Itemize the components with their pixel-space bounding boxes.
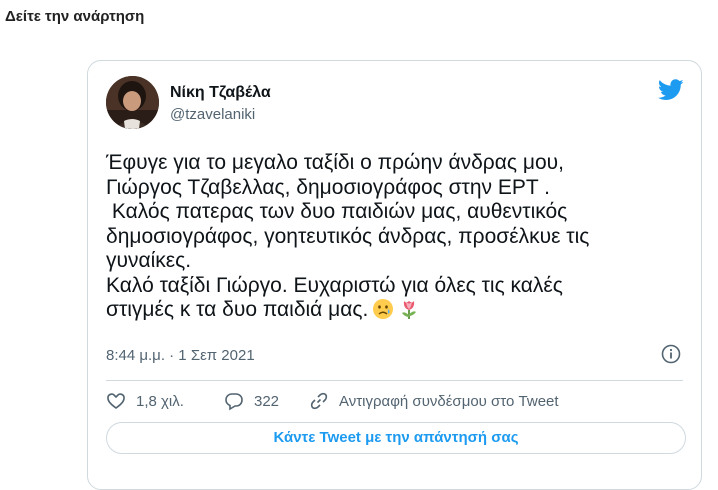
tweet-text-line: Καλός πατερας των δυο παιδιών μας, αυθεν… xyxy=(106,200,568,223)
like-button[interactable]: 1,8 χιλ. xyxy=(106,391,184,411)
like-count: 1,8 χιλ. xyxy=(136,392,184,410)
tweet-text-line: Έφυγε για το μεγαλο ταξίδι ο πρώην άνδρα… xyxy=(106,151,564,174)
info-icon[interactable] xyxy=(661,344,681,364)
divider xyxy=(106,380,683,381)
copy-link-button[interactable]: Αντιγραφή συνδέσμου στο Tweet xyxy=(309,391,559,411)
copy-link-label: Αντιγραφή συνδέσμου στο Tweet xyxy=(339,392,559,410)
author-name[interactable]: Νίκη Τζαβέλα xyxy=(170,84,271,102)
page-heading: Δείτε την ανάρτηση xyxy=(5,8,145,25)
reply-tweet-button[interactable]: Κάντε Tweet με την απάντησή σας xyxy=(106,422,686,454)
tweet-card[interactable]: Νίκη Τζαβέλα @tzavelaniki Έφυγε για το μ… xyxy=(87,60,702,490)
author-handle[interactable]: @tzavelaniki xyxy=(170,106,255,123)
reply-count-button[interactable]: 322 xyxy=(224,391,279,411)
comment-icon xyxy=(225,393,243,411)
tulip-icon xyxy=(398,298,420,327)
heart-icon xyxy=(107,393,125,409)
tweet-text-line: δημοσιογράφος, γοητευτικός άνδρας, προσέ… xyxy=(106,224,590,248)
tweet-timestamp[interactable]: 8:44 μ.μ. · 1 Σεπ 2021 xyxy=(106,347,255,364)
twitter-bird-icon[interactable] xyxy=(658,79,684,101)
tweet-text-line: Γιώργος Τζαβελλας, δημοσιογράφος στην ΕΡ… xyxy=(106,175,550,199)
tweet-text-line: στιγμές κ τα δυο παιδιά μας. xyxy=(106,298,369,321)
avatar[interactable] xyxy=(106,76,159,129)
reply-count: 322 xyxy=(254,392,280,410)
tweet-text: Έφυγε για το μεγαλο ταξίδι ο πρώην άνδρα… xyxy=(106,151,691,327)
tweet-text-line: γυναίκες. xyxy=(106,249,192,272)
link-icon xyxy=(310,392,328,410)
tweet-text-line: Καλό ταξίδι Γιώργο. Ευχαριστώ για όλες τ… xyxy=(106,273,563,297)
crying-face-icon xyxy=(372,298,394,327)
